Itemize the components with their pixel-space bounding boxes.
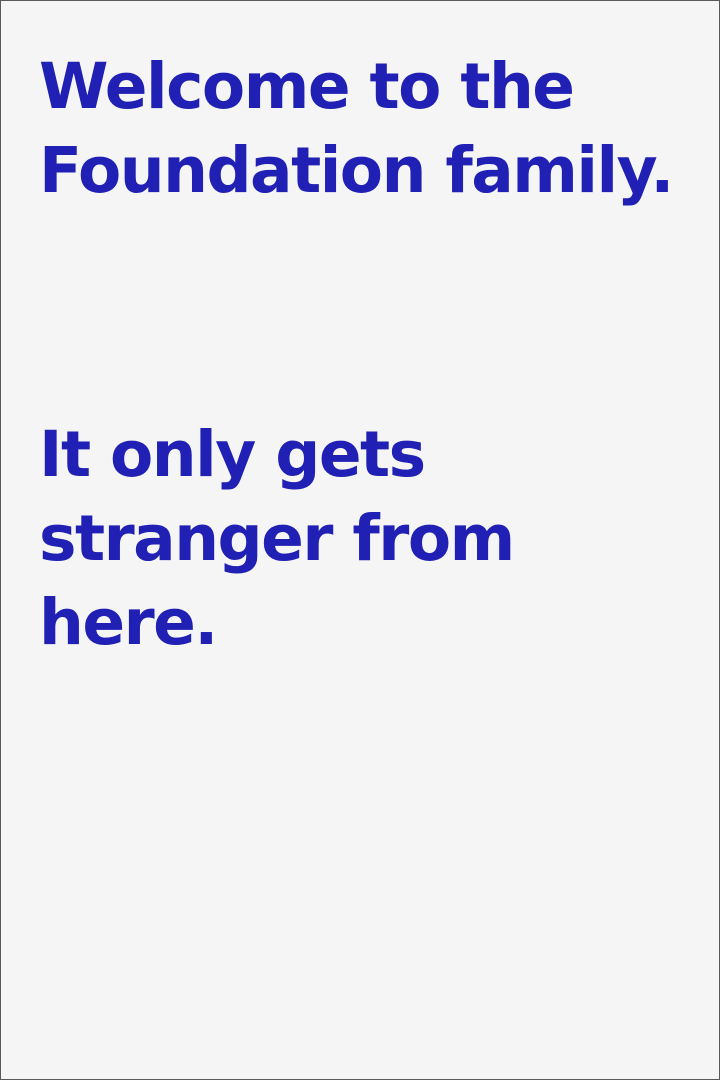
greeting-text: Welcome to the Foundation family. [39,50,674,207]
message-card: Welcome to the Foundation family. It onl… [0,0,720,1080]
tagline-text: It only gets stranger from here. [39,418,515,659]
